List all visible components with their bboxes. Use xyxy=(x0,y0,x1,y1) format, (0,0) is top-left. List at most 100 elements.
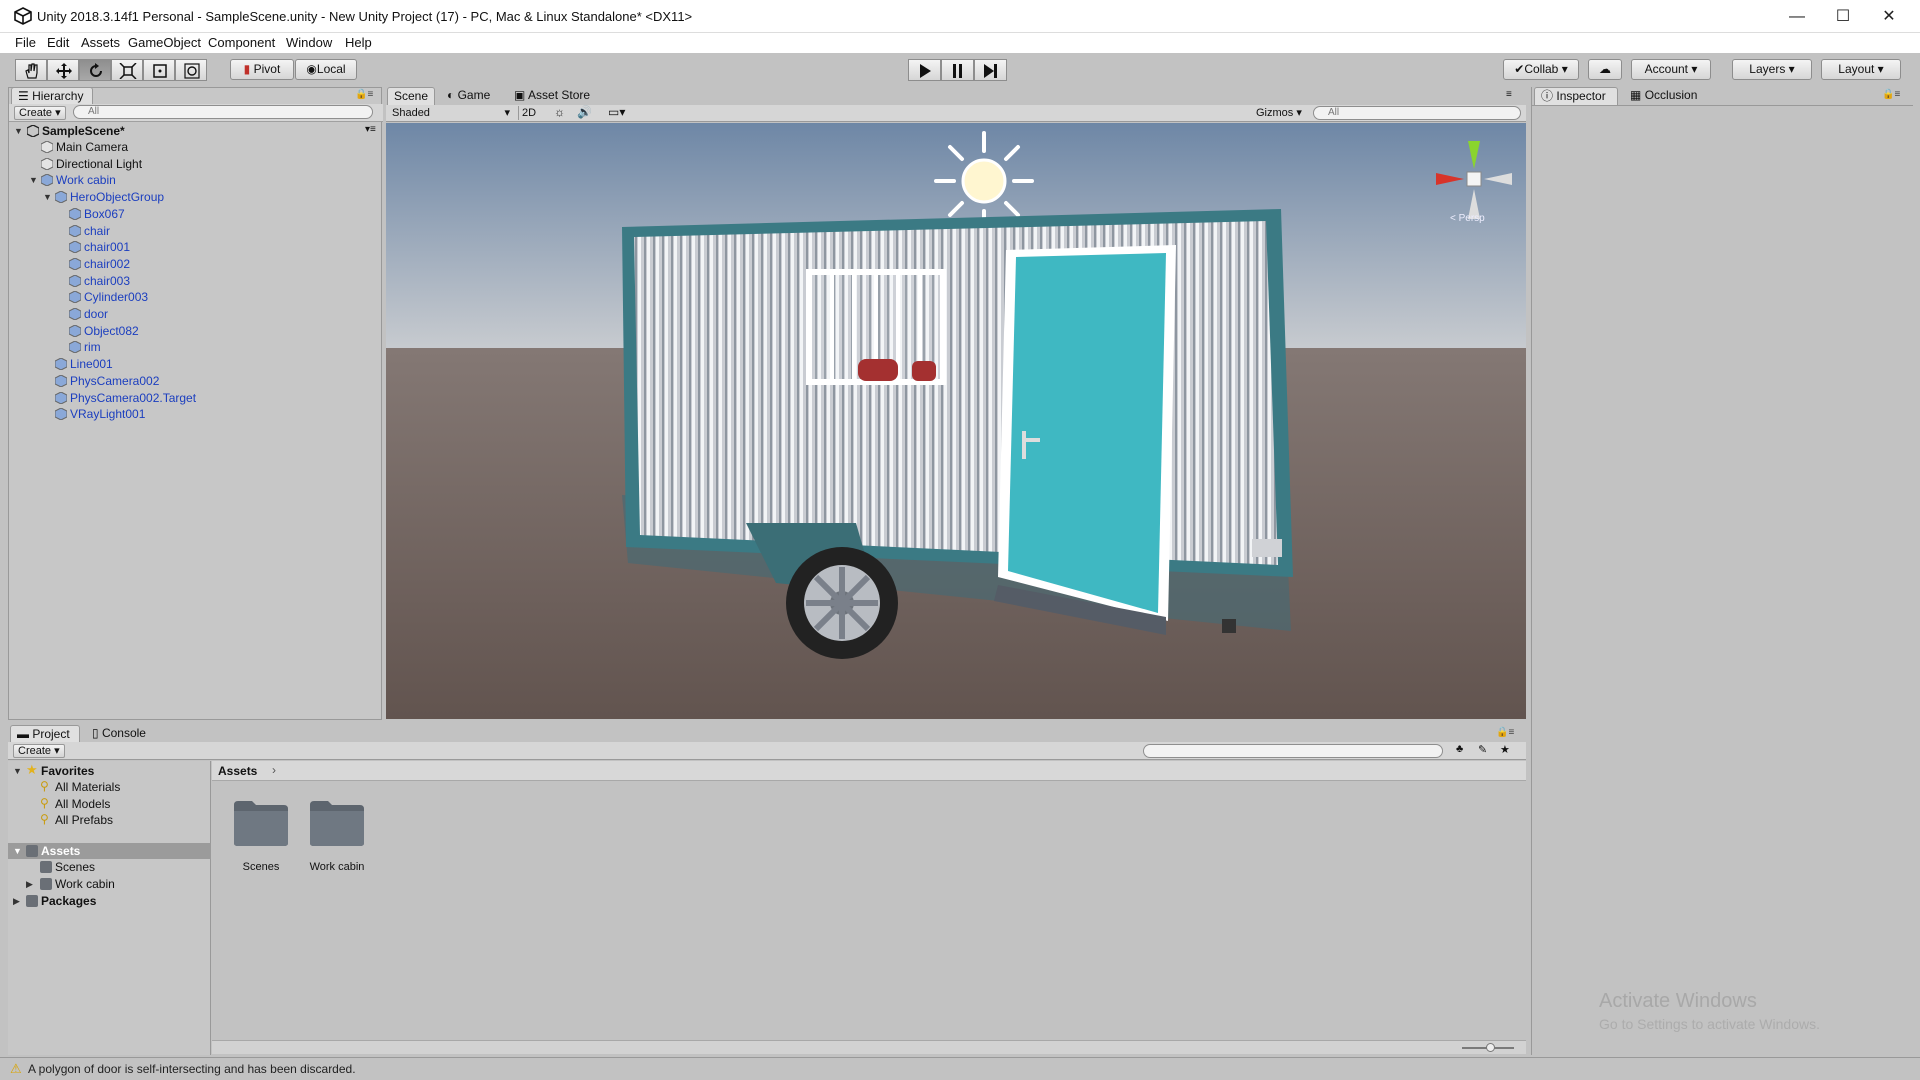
lighting-toggle-icon[interactable]: ☼ xyxy=(554,105,565,119)
hand-tool-button[interactable] xyxy=(15,59,47,81)
scene-viewport[interactable]: < Persp xyxy=(386,123,1526,719)
hierarchy-item[interactable]: Cylinder003 xyxy=(68,289,148,305)
status-message[interactable]: A polygon of door is self-intersecting a… xyxy=(28,1062,356,1076)
menu-file[interactable]: File xyxy=(15,35,36,50)
filter-by-type-icon[interactable]: ♣ xyxy=(1456,743,1463,755)
play-button[interactable] xyxy=(908,59,941,81)
step-button[interactable] xyxy=(974,59,1007,81)
close-button[interactable]: ✕ xyxy=(1866,0,1912,33)
menu-assets[interactable]: Assets xyxy=(81,35,120,50)
persp-label[interactable]: < Persp xyxy=(1450,213,1485,224)
asset-folder-item[interactable]: Scenes xyxy=(40,859,95,875)
hierarchy-search-input[interactable]: All xyxy=(73,105,373,119)
hierarchy-item-label: Directional Light xyxy=(56,156,143,171)
tab-project[interactable]: ▬ Project xyxy=(10,725,80,743)
expand-arrow-icon[interactable]: ▼ xyxy=(13,843,22,859)
hierarchy-item[interactable]: chair001 xyxy=(68,239,130,255)
hierarchy-item[interactable]: ▼ HeroObjectGroup xyxy=(43,189,164,205)
hierarchy-item[interactable]: ▼ Work cabin xyxy=(29,172,116,188)
favorite-item[interactable]: ⚲ All Materials xyxy=(40,779,120,795)
move-tool-button[interactable] xyxy=(47,59,79,81)
local-label: Local xyxy=(316,62,346,76)
favorite-item[interactable]: ⚲ All Models xyxy=(40,796,110,812)
favorite-star-icon[interactable]: ★ xyxy=(1500,743,1510,756)
local-toggle[interactable]: ◉Local xyxy=(295,59,357,80)
scene-root[interactable]: ▼ SampleScene* xyxy=(14,123,125,139)
inspector-lock-icon[interactable]: 🔒≡ xyxy=(1882,89,1900,100)
account-dropdown[interactable]: Account ▾ xyxy=(1631,59,1711,80)
filter-by-label-icon[interactable]: ✎ xyxy=(1478,743,1487,756)
tab-inspector[interactable]: ⓘ Inspector xyxy=(1534,87,1618,105)
audio-toggle-icon[interactable]: 🔊 xyxy=(577,105,592,119)
zoom-slider-thumb[interactable] xyxy=(1486,1043,1495,1052)
hierarchy-item[interactable]: door xyxy=(68,306,108,322)
menu-gameobject[interactable]: GameObject xyxy=(128,35,201,50)
assets-node-selected[interactable] xyxy=(8,843,211,859)
panel-menu-icon[interactable]: 🔒≡ xyxy=(355,89,373,100)
expand-arrow-icon[interactable]: ▼ xyxy=(14,123,23,139)
tab-console[interactable]: ▯ Console xyxy=(86,725,156,743)
asset-folder-item[interactable]: ▶ Work cabin xyxy=(26,876,115,892)
gizmos-dropdown[interactable]: Gizmos ▾ xyxy=(1256,106,1302,120)
tab-occlusion[interactable]: ▦ Occlusion xyxy=(1624,87,1710,105)
scene-panel-menu-icon[interactable]: ≡ xyxy=(1506,89,1512,100)
hierarchy-item[interactable]: chair003 xyxy=(68,273,130,289)
layers-dropdown[interactable]: Layers ▾ xyxy=(1732,59,1812,80)
hierarchy-item[interactable]: VRayLight001 xyxy=(54,406,145,422)
hierarchy-item[interactable]: rim xyxy=(68,339,101,355)
directional-light-sun-icon[interactable] xyxy=(934,131,1034,231)
rotate-tool-button[interactable] xyxy=(79,59,111,81)
favorite-item[interactable]: ⚲ All Prefabs xyxy=(40,812,113,828)
collab-dropdown[interactable]: ✔Collab ▾ xyxy=(1503,59,1579,80)
shading-mode-dropdown[interactable]: Shaded ▾ xyxy=(392,106,512,120)
tab-game[interactable]: ◐ Game xyxy=(441,87,501,105)
hierarchy-item[interactable]: PhysCamera002.Target xyxy=(54,390,197,406)
info-icon: ⓘ xyxy=(1541,89,1554,103)
project-create-button[interactable]: Create ▾ xyxy=(13,744,65,758)
expand-arrow-icon[interactable]: ▼ xyxy=(13,763,22,779)
hierarchy-item[interactable]: chair002 xyxy=(68,256,130,272)
hierarchy-item-label: PhysCamera002.Target xyxy=(70,390,197,405)
hierarchy-item[interactable]: Line001 xyxy=(54,356,113,372)
hierarchy-item[interactable]: Directional Light xyxy=(40,156,143,172)
breadcrumb-assets[interactable]: Assets xyxy=(218,764,257,778)
maximize-button[interactable]: ☐ xyxy=(1820,0,1866,33)
layout-dropdown[interactable]: Layout ▾ xyxy=(1821,59,1901,80)
prefab-cube-icon xyxy=(54,407,68,421)
hierarchy-create-button[interactable]: Create ▾ xyxy=(14,106,66,120)
menu-window[interactable]: Window xyxy=(286,35,332,50)
project-panel-menu-icon[interactable]: 🔒≡ xyxy=(1496,727,1514,738)
menu-help[interactable]: Help xyxy=(345,35,372,50)
cloud-button[interactable]: ☁ xyxy=(1588,59,1622,80)
assets-node[interactable]: ▼ Assets xyxy=(13,843,80,859)
menu-edit[interactable]: Edit xyxy=(47,35,69,50)
transform-tool-button[interactable] xyxy=(175,59,207,81)
scene-menu-icon[interactable]: ▾≡ xyxy=(365,124,376,135)
collapse-arrow-icon[interactable]: ▶ xyxy=(13,893,20,909)
hierarchy-item[interactable]: Main Camera xyxy=(40,139,128,155)
rect-tool-button[interactable] xyxy=(143,59,175,81)
pause-button[interactable] xyxy=(941,59,974,81)
project-search-input[interactable] xyxy=(1143,744,1443,758)
minimize-button[interactable]: — xyxy=(1774,0,1820,33)
tab-hierarchy[interactable]: ☰ Hierarchy xyxy=(11,87,93,105)
asset-folder-tile[interactable]: Scenes xyxy=(232,799,294,879)
menu-component[interactable]: Component xyxy=(208,35,275,50)
expand-arrow-icon[interactable]: ▼ xyxy=(29,172,38,188)
expand-arrow-icon[interactable]: ▼ xyxy=(43,189,52,205)
asset-folder-tile[interactable]: Work cabin xyxy=(308,799,370,879)
hierarchy-item[interactable]: chair xyxy=(68,223,110,239)
scale-tool-button[interactable] xyxy=(111,59,143,81)
tab-scene[interactable]: Scene xyxy=(387,87,435,105)
hierarchy-item[interactable]: Object082 xyxy=(68,323,139,339)
pivot-toggle[interactable]: ▮ Pivot xyxy=(230,59,294,80)
effects-toggle-icon[interactable]: ▭▾ xyxy=(608,105,625,119)
scene-search-input[interactable]: All xyxy=(1313,106,1521,120)
2d-toggle[interactable]: 2D xyxy=(518,106,538,120)
favorites-node[interactable]: ▼ ★ Favorites xyxy=(13,762,94,779)
tab-asset-store[interactable]: ▣ Asset Store xyxy=(508,87,598,105)
collapse-arrow-icon[interactable]: ▶ xyxy=(26,876,33,892)
hierarchy-item[interactable]: Box067 xyxy=(68,206,125,222)
packages-node[interactable]: ▶ Packages xyxy=(13,893,96,909)
hierarchy-item[interactable]: PhysCamera002 xyxy=(54,373,159,389)
